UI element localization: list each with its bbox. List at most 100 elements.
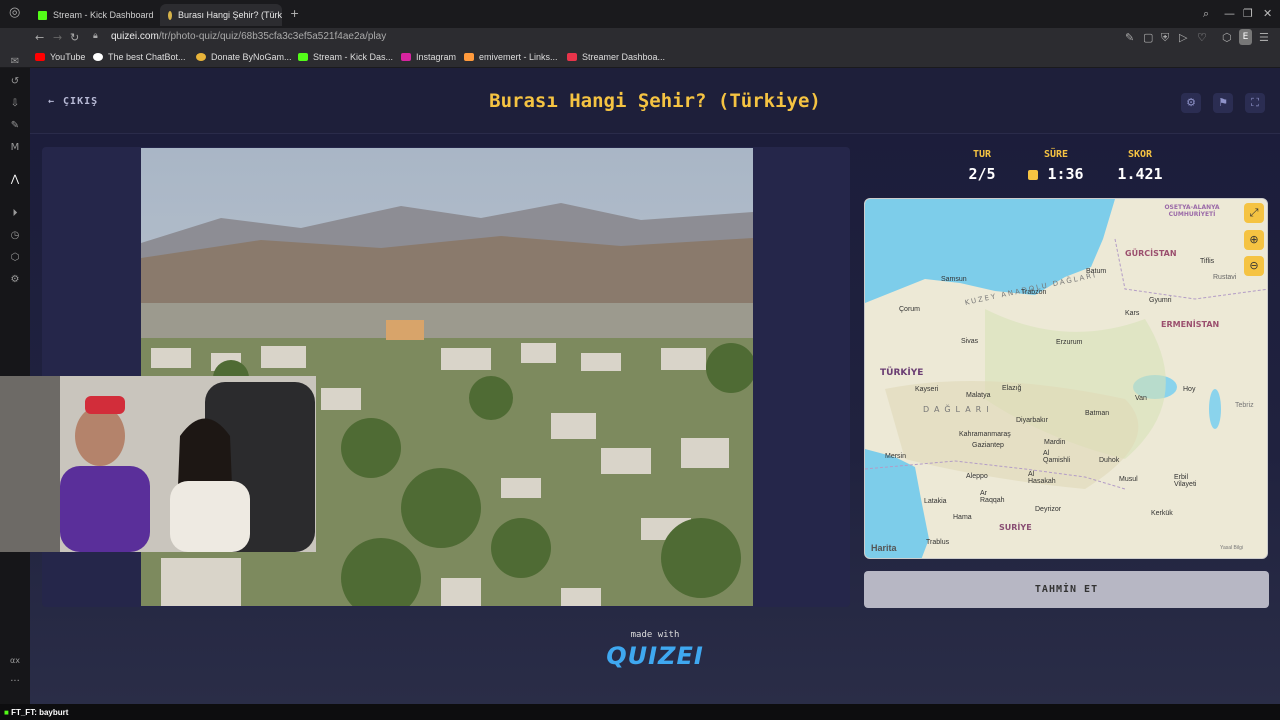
report-button[interactable]: ⚑ bbox=[1213, 93, 1233, 113]
expand-icon: ⤢ bbox=[1249, 206, 1259, 219]
tab-kick-dashboard[interactable]: Stream - Kick Dashboard bbox=[30, 4, 158, 26]
bookmark-streamer-dashboard[interactable]: Streamer Dashboa... bbox=[567, 52, 665, 62]
time-value-wrap: 1:36 bbox=[1016, 165, 1096, 183]
bookmark-donate[interactable]: Donate ByNoGam... bbox=[196, 52, 292, 62]
map-expand-button[interactable]: ⤢ bbox=[1244, 203, 1264, 223]
fullscreen-icon: ⛶ bbox=[1251, 96, 1259, 109]
maximize-icon[interactable]: ❐ bbox=[1243, 7, 1253, 20]
reload-icon[interactable]: ↻ bbox=[70, 31, 79, 44]
city-gaziantep: Gaziantep bbox=[972, 442, 1004, 449]
settings-button[interactable]: ⚙ bbox=[1181, 93, 1201, 113]
city-tiflis: Tiflis bbox=[1200, 258, 1215, 265]
city-hasakah: Al Hasakah bbox=[1028, 471, 1056, 485]
kick-icon bbox=[38, 10, 47, 20]
map-attribution[interactable]: Harita bbox=[871, 543, 897, 553]
city-tebriz: Tebriz bbox=[1235, 402, 1254, 409]
bookmark-youtube[interactable]: YouTube bbox=[35, 52, 85, 62]
city-batum: Batum bbox=[1086, 268, 1107, 275]
bookmark-kick[interactable]: Stream - Kick Das... bbox=[298, 52, 393, 62]
map-zoom-out-button[interactable]: ⊖ bbox=[1244, 256, 1264, 276]
chat-message: : bayburt bbox=[34, 708, 69, 717]
pin-icon[interactable]: ✎ bbox=[1125, 31, 1134, 44]
city-samsun: Samsun bbox=[941, 276, 967, 283]
city-deyr: Deyrizor bbox=[1035, 506, 1062, 513]
player-icon[interactable]: ⏵ bbox=[9, 208, 21, 220]
exit-button[interactable]: ← ÇIKIŞ bbox=[48, 96, 98, 107]
map-label-mountains-south: DAĞLARI bbox=[923, 405, 994, 414]
rail-more-icon[interactable]: ··· bbox=[9, 676, 21, 688]
map-zoom-in-button[interactable]: ⊕ bbox=[1244, 230, 1264, 250]
back-nav-icon[interactable]: ← bbox=[35, 31, 44, 44]
mastodon-icon[interactable]: M bbox=[9, 142, 21, 154]
round-value: 2/5 bbox=[968, 165, 996, 183]
timer-icon bbox=[1028, 169, 1039, 180]
browser-tab-bar: ◎ Stream - Kick Dashboard Burası Hangi Ş… bbox=[0, 0, 1280, 28]
bookmark-chatbot[interactable]: The best ChatBot... bbox=[93, 52, 186, 62]
guess-map[interactable]: OSETYA-ALANYA CUMHURİYETİ GÜRCİSTAN ERME… bbox=[864, 198, 1268, 559]
guess-button[interactable]: TAHMİN ET bbox=[864, 571, 1269, 608]
map-label-armenia: ERMENİSTAN bbox=[1161, 320, 1220, 329]
bookmarks-bar: YouTube The best ChatBot... Donate ByNoG… bbox=[0, 48, 1280, 68]
menu-icon[interactable]: ☰ bbox=[1259, 31, 1269, 44]
city-latakia: Latakia bbox=[924, 498, 947, 505]
instagram-icon bbox=[401, 53, 411, 61]
chat-user: FT_FT bbox=[11, 708, 35, 717]
url-text[interactable]: quizei.com/tr/photo-quiz/quiz/68b35cfa3c… bbox=[111, 31, 386, 42]
city-hoy: Hoy bbox=[1183, 386, 1196, 393]
chatbot-icon bbox=[93, 53, 103, 61]
chat-status-bar: ■ FT_FT: bayburt bbox=[0, 704, 1280, 720]
score-label: SKOR bbox=[1127, 149, 1153, 160]
flag-icon: ⚑ bbox=[1218, 96, 1228, 109]
settings-icon[interactable]: ⚙ bbox=[9, 274, 21, 286]
minimize-icon[interactable]: — bbox=[1224, 7, 1235, 20]
rail-bottom-label[interactable]: αx bbox=[9, 655, 21, 667]
city-kayseri: Kayseri bbox=[915, 386, 939, 393]
address-bar: ← → ↻ 🔒︎ quizei.com/tr/photo-quiz/quiz/6… bbox=[0, 28, 1280, 48]
quizei-logo[interactable]: QUIZEI bbox=[600, 642, 710, 670]
profile-avatar[interactable]: E bbox=[1239, 29, 1252, 45]
city-aleppo: Aleppo bbox=[966, 473, 988, 480]
city-mosul: Musul bbox=[1119, 476, 1138, 483]
mail-icon[interactable]: ✉ bbox=[9, 56, 21, 68]
zoom-in-icon: ⊕ bbox=[1249, 233, 1259, 246]
fullscreen-button[interactable]: ⛶ bbox=[1245, 93, 1265, 113]
city-kahramanmaras: Kahramanmaraş bbox=[959, 431, 1011, 438]
time-label: SÜRE bbox=[1043, 149, 1069, 160]
shield-icon[interactable]: ⛨ bbox=[1161, 31, 1169, 45]
bookmark-label: Instagram bbox=[416, 52, 457, 62]
screenshot-icon[interactable]: ▢ bbox=[1143, 31, 1153, 44]
city-erbil: Erbil Vilayeti bbox=[1174, 474, 1197, 488]
extensions-icon[interactable]: ⬡ bbox=[1222, 31, 1232, 44]
heart-icon[interactable]: ♡ bbox=[1197, 31, 1207, 44]
bookmark-label: emivemert - Links... bbox=[479, 52, 558, 62]
browser-logo-icon[interactable]: ◎ bbox=[9, 5, 20, 20]
bookmark-instagram[interactable]: Instagram bbox=[401, 52, 456, 62]
tab-quiz[interactable]: Burası Hangi Şehir? (Türk bbox=[160, 4, 282, 26]
play-icon[interactable]: ▷ bbox=[1179, 31, 1187, 44]
new-tab-button[interactable]: + bbox=[290, 7, 299, 20]
arc-icon[interactable]: ⋀ bbox=[9, 174, 21, 186]
bookmark-label: Streamer Dashboa... bbox=[582, 52, 666, 62]
search-tabs-icon[interactable]: ⌕ bbox=[1203, 7, 1209, 21]
exit-label: ÇIKIŞ bbox=[63, 96, 99, 107]
close-window-icon[interactable]: ✕ bbox=[1263, 7, 1272, 20]
city-elazig: Elazığ bbox=[1002, 385, 1022, 392]
puzzle-icon[interactable]: ⬡ bbox=[9, 252, 21, 264]
round-label: TUR bbox=[972, 149, 992, 160]
bookmark-label: The best ChatBot... bbox=[108, 52, 186, 62]
city-kars: Kars bbox=[1125, 310, 1140, 317]
notes-icon[interactable]: ✎ bbox=[9, 120, 21, 132]
map-label-turkey: TÜRKİYE bbox=[880, 368, 924, 378]
download-icon[interactable]: ⇩ bbox=[9, 98, 21, 110]
bookmark-linktree[interactable]: emivemert - Links... bbox=[464, 52, 558, 62]
city-mersin: Mersin bbox=[885, 453, 907, 460]
score-value: 1.421 bbox=[1117, 165, 1163, 183]
city-trabzon: Trabzon bbox=[1021, 289, 1047, 296]
clock-icon[interactable]: ◷ bbox=[9, 230, 21, 242]
dashboard-icon bbox=[567, 53, 577, 61]
lock-icon[interactable]: 🔒︎ bbox=[93, 31, 98, 41]
made-with-label: made with bbox=[630, 630, 680, 640]
map-legal-link[interactable]: Yasal Bilgi bbox=[1220, 545, 1243, 551]
history-icon[interactable]: ↺ bbox=[9, 76, 21, 88]
forward-nav-icon[interactable]: → bbox=[53, 31, 62, 44]
